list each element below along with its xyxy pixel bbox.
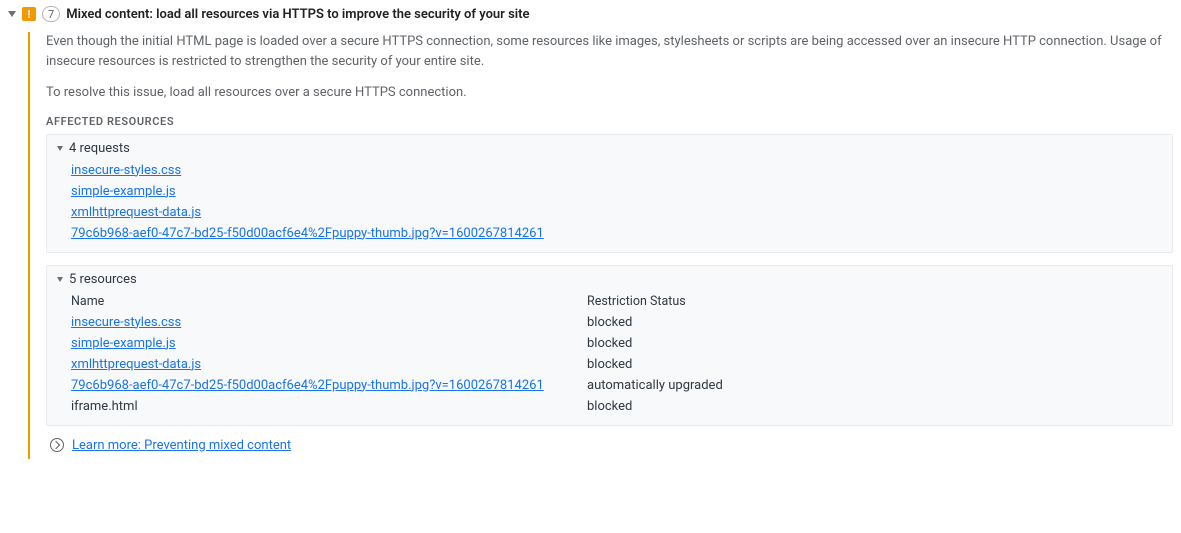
resource-link[interactable]: simple-example.js <box>71 336 176 351</box>
table-row: simple-example.js blocked <box>57 333 1162 354</box>
issue-title: Mixed content: load all resources via HT… <box>66 7 529 22</box>
requests-list: insecure-styles.css simple-example.js xm… <box>57 160 1162 244</box>
request-item: 79c6b968-aef0-47c7-bd25-f50d00acf6e4%2Fp… <box>71 223 1162 244</box>
learn-more-row: Learn more: Preventing mixed content <box>46 438 1173 453</box>
resource-link[interactable]: 79c6b968-aef0-47c7-bd25-f50d00acf6e4%2Fp… <box>71 378 544 393</box>
resources-panel: 5 resources Name Restriction Status inse… <box>46 265 1173 426</box>
resource-status: blocked <box>587 312 1162 333</box>
request-link[interactable]: 79c6b968-aef0-47c7-bd25-f50d00acf6e4%2Fp… <box>71 226 544 241</box>
resource-link[interactable]: xmlhttprequest-data.js <box>71 357 201 372</box>
issue-count-badge: 7 <box>42 6 60 22</box>
resource-status: automatically upgraded <box>587 375 1162 396</box>
resource-link[interactable]: insecure-styles.css <box>71 315 181 330</box>
request-item: xmlhttprequest-data.js <box>71 202 1162 223</box>
request-item: insecure-styles.css <box>71 160 1162 181</box>
requests-panel: 4 requests insecure-styles.css simple-ex… <box>46 134 1173 253</box>
warning-icon: ! <box>22 7 36 21</box>
requests-count-label: 4 requests <box>69 141 130 156</box>
resources-count-label: 5 resources <box>69 272 137 287</box>
requests-panel-header[interactable]: 4 requests <box>57 141 1162 156</box>
table-row: insecure-styles.css blocked <box>57 312 1162 333</box>
issue-body: Even though the initial HTML page is loa… <box>28 32 1173 459</box>
resource-status: blocked <box>587 333 1162 354</box>
issue-header[interactable]: ! 7 Mixed content: load all resources vi… <box>8 6 1173 22</box>
request-item: simple-example.js <box>71 181 1162 202</box>
request-link[interactable]: simple-example.js <box>71 184 176 199</box>
resource-status: blocked <box>587 354 1162 375</box>
table-row: iframe.html blocked <box>57 396 1162 417</box>
resource-status: blocked <box>587 396 1162 417</box>
issue-description-2: To resolve this issue, load all resource… <box>46 83 1173 103</box>
chevron-down-icon <box>57 277 63 282</box>
affected-resources-label: AFFECTED RESOURCES <box>46 115 1173 128</box>
resources-table: Name Restriction Status insecure-styles.… <box>57 291 1162 417</box>
chevron-down-icon <box>57 146 63 151</box>
col-name-header: Name <box>57 291 587 312</box>
resource-name-plain: iframe.html <box>71 399 138 414</box>
issue-description-1: Even though the initial HTML page is loa… <box>46 32 1173 71</box>
chevron-down-icon <box>8 11 16 17</box>
col-status-header: Restriction Status <box>587 291 1162 312</box>
arrow-right-circle-icon <box>50 438 64 452</box>
table-row: 79c6b968-aef0-47c7-bd25-f50d00acf6e4%2Fp… <box>57 375 1162 396</box>
learn-more-link[interactable]: Learn more: Preventing mixed content <box>72 438 291 453</box>
table-row: xmlhttprequest-data.js blocked <box>57 354 1162 375</box>
request-link[interactable]: xmlhttprequest-data.js <box>71 205 201 220</box>
table-header-row: Name Restriction Status <box>57 291 1162 312</box>
request-link[interactable]: insecure-styles.css <box>71 163 181 178</box>
resources-panel-header[interactable]: 5 resources <box>57 272 1162 287</box>
issue-root: ! 7 Mixed content: load all resources vi… <box>0 0 1181 469</box>
